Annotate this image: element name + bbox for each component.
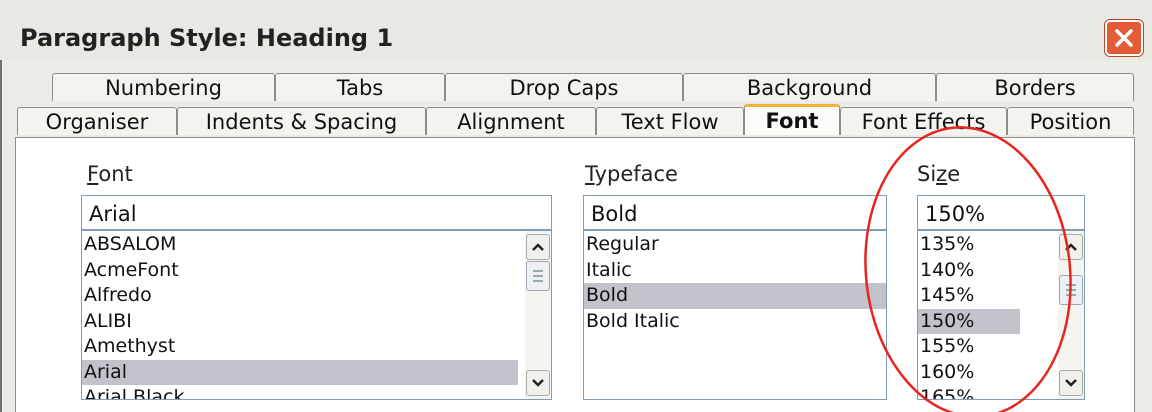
scroll-down-button[interactable] (1059, 370, 1083, 396)
tab-label: Text Flow (621, 109, 719, 134)
scroll-down-button[interactable] (526, 370, 550, 396)
tab-borders[interactable]: Borders (936, 73, 1134, 101)
tab-font-effects[interactable]: Font Effects (840, 107, 1007, 135)
list-item-selected[interactable]: Bold (584, 283, 886, 309)
tab-label: Borders (994, 75, 1076, 100)
typeface-list[interactable]: Regular Italic Bold Bold Italic (583, 230, 887, 400)
typeface-input[interactable]: Bold (583, 195, 887, 230)
size-list-scrollbar[interactable] (1058, 231, 1084, 399)
list-item[interactable]: 140% (918, 258, 1020, 284)
list-item[interactable]: Bold Italic (584, 309, 886, 335)
size-list[interactable]: 135% 140% 145% 150% 155% 160% 165% (917, 230, 1085, 400)
typeface-label: Typeface (585, 162, 678, 186)
tab-alignment[interactable]: Alignment (426, 107, 596, 135)
size-input[interactable]: 150% (917, 195, 1085, 230)
font-label: Font (87, 162, 133, 186)
list-item[interactable]: Alfredo (82, 283, 518, 309)
size-label: Size (917, 162, 961, 186)
chevron-down-icon (1065, 379, 1077, 387)
chevron-up-icon (1065, 243, 1077, 251)
chevron-down-icon (532, 379, 544, 387)
title-bar: Paragraph Style: Heading 1 (0, 0, 1152, 60)
tab-label: Numbering (105, 75, 222, 100)
tab-label: Alignment (457, 109, 565, 134)
tab-label: Indents & Spacing (205, 109, 398, 134)
chevron-up-icon (532, 243, 544, 251)
tab-label: Drop Caps (509, 75, 619, 100)
tab-indents-spacing[interactable]: Indents & Spacing (177, 107, 426, 135)
close-button[interactable] (1105, 20, 1143, 56)
list-item[interactable]: 145% (918, 283, 1020, 309)
list-item[interactable]: AcmeFont (82, 258, 518, 284)
list-item[interactable]: Arial Black (82, 385, 518, 399)
list-item-selected[interactable]: Arial (82, 359, 518, 385)
scroll-up-button[interactable] (526, 234, 550, 260)
font-list[interactable]: ABSALOM AcmeFont Alfredo ALIBI Amethyst … (81, 230, 552, 400)
close-icon (1115, 29, 1133, 47)
tab-label: Font Effects (861, 109, 986, 134)
list-item[interactable]: 165% (918, 385, 1020, 399)
tab-text-flow[interactable]: Text Flow (596, 107, 744, 135)
list-item[interactable]: Regular (584, 232, 886, 258)
list-item[interactable]: Italic (584, 258, 886, 284)
tab-label: Background (746, 75, 873, 100)
tab-label: Organiser (45, 109, 149, 134)
tab-background[interactable]: Background (683, 73, 936, 101)
font-list-scrollbar[interactable] (525, 231, 551, 399)
scroll-thumb[interactable] (526, 261, 550, 291)
tab-tabs[interactable]: Tabs (275, 73, 445, 101)
list-item[interactable]: ABSALOM (82, 232, 518, 258)
tab-font[interactable]: Font (744, 104, 840, 135)
list-item[interactable]: ALIBI (82, 309, 518, 335)
font-name-input[interactable]: Arial (81, 195, 552, 230)
tab-position[interactable]: Position (1007, 107, 1134, 135)
list-item[interactable]: 160% (918, 360, 1020, 386)
tab-label: Font (765, 109, 819, 133)
list-item[interactable]: 155% (918, 334, 1020, 360)
scroll-up-button[interactable] (1059, 234, 1083, 260)
tab-label: Position (1029, 109, 1112, 134)
tab-numbering[interactable]: Numbering (52, 73, 275, 101)
tab-label: Tabs (336, 75, 384, 100)
scroll-thumb[interactable] (1059, 275, 1083, 305)
tab-drop-caps[interactable]: Drop Caps (445, 73, 683, 101)
list-item[interactable]: Amethyst (82, 334, 518, 360)
window-title: Paragraph Style: Heading 1 (20, 24, 394, 52)
list-item-selected[interactable]: 150% (918, 308, 1020, 334)
list-item[interactable]: 135% (918, 232, 1020, 258)
tab-organiser[interactable]: Organiser (17, 107, 177, 135)
